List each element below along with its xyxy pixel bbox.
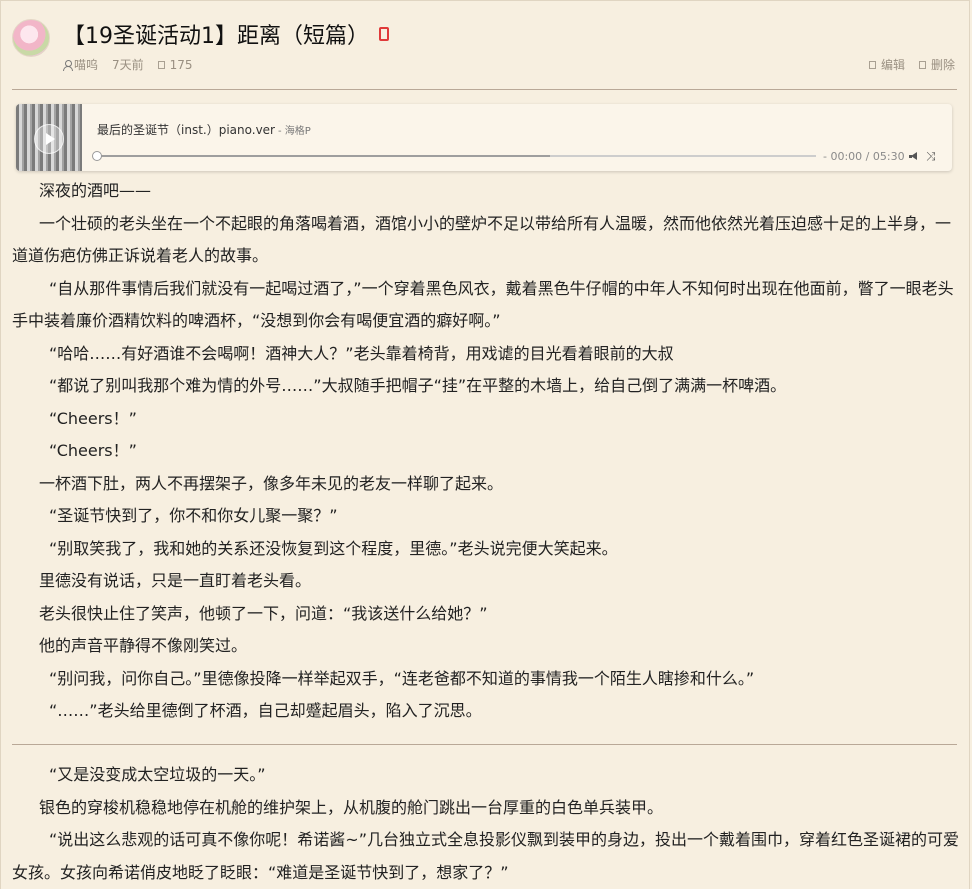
paragraph: 一个壮硕的老头坐在一个不起眼的角落喝着酒，酒馆小小的壁炉不足以带给所有人温暖，然… <box>12 213 952 266</box>
shuffle-icon[interactable]: ⤨ <box>926 150 936 162</box>
post-title: 【19圣诞活动1】距离（短篇） <box>63 24 369 49</box>
paragraph: “圣诞节快到了，你不和你女儿聚一聚？” <box>49 506 338 525</box>
paragraph: 一杯酒下肚，两人不再摆架子，像多年未见的老友一样聊了起来。 <box>39 473 504 493</box>
paragraph: “Cheers！” <box>49 441 137 460</box>
paragraph: “Cheers！” <box>49 408 137 428</box>
section-divider <box>12 744 957 745</box>
post-title-row: 【19圣诞活动1】距离（短篇） <box>63 17 389 51</box>
divider <box>12 89 957 90</box>
trash-icon <box>918 60 926 69</box>
music-player: 最后的圣诞节（inst.）piano.ver - 海格P - 00:00 / 05… <box>16 104 952 171</box>
user-icon <box>63 59 73 71</box>
avatar[interactable] <box>12 19 50 57</box>
paragraph: “别取笑我了，我和她的关系还没恢复到这个程度，里德。”老头说完便大笑起来。 <box>49 538 618 558</box>
story-section-1: 深夜的酒吧—— 一个壮硕的老头坐在一个不起眼的角落喝着酒，酒馆小小的壁炉不足以带… <box>12 175 960 728</box>
song-title: 最后的圣诞节（inst.）piano.ver <box>97 123 275 137</box>
eye-icon <box>157 60 165 69</box>
paragraph: “都说了别叫我那个难为情的外号……”大叔随手把帽子“挂”在平整的木墙上，给自己倒… <box>49 376 787 395</box>
view-count-value: 175 <box>169 57 193 72</box>
view-count: 175 <box>157 57 193 72</box>
edit-label: 编辑 <box>880 58 905 72</box>
progress-handle[interactable] <box>92 151 102 161</box>
volume-icon[interactable] <box>909 152 918 161</box>
song-artist: - 海格P <box>278 126 311 137</box>
delete-button[interactable]: 删除 <box>918 56 955 73</box>
progress-bar[interactable] <box>92 151 816 161</box>
paragraph: “说出这么悲观的话可真不像你呢！希诺酱~”几台独立式全息投影仪飘到装甲的身边，投… <box>12 830 959 882</box>
album-cover[interactable] <box>16 104 82 171</box>
paragraph: “又是没变成太空垃圾的一天。” <box>49 765 266 784</box>
paragraph: “哈哈……有好酒谁不会喝啊！酒神大人？”老头靠着椅背，用戏谑的目光看着眼前的大叔 <box>49 343 674 363</box>
post-actions: 编辑 删除 <box>855 56 955 73</box>
paragraph: “自从那件事情后我们就没有一起喝过酒了，”一个穿着黑色风衣，戴着黑色牛仔帽的中年… <box>12 278 954 331</box>
paragraph: 里德没有说话，只是一直盯着老头看。 <box>39 571 312 590</box>
song-info: 最后的圣诞节（inst.）piano.ver - 海格P <box>97 121 311 138</box>
edit-icon <box>868 60 876 69</box>
play-icon[interactable] <box>34 124 64 154</box>
post-time: 7天前 <box>112 58 144 72</box>
paragraph: “……”老头给里德倒了杯酒，自己却蹙起眉头，陷入了沉思。 <box>49 701 482 720</box>
lock-icon <box>379 27 389 41</box>
author-name: 喵呜 <box>74 58 99 72</box>
paragraph: 他的声音平静得不像刚笑过。 <box>39 636 248 655</box>
progress-loaded <box>96 155 550 157</box>
paragraph: “别问我，问你自己。”里德像投降一样举起双手，“连老爸都不知道的事情我一个陌生人… <box>49 668 755 688</box>
edit-button[interactable]: 编辑 <box>868 56 905 73</box>
story-section-2: “又是没变成太空垃圾的一天。” 银色的穿梭机稳稳地停在机舱的维护架上，从机腹的舱… <box>12 759 960 889</box>
paragraph: 银色的穿梭机稳稳地停在机舱的维护架上，从机腹的舱门跳出一台厚重的白色单兵装甲。 <box>39 797 664 817</box>
paragraph: 老头很快止住了笑声，他顿了一下，问道：“我该送什么给她？” <box>39 603 488 623</box>
author[interactable]: 喵呜 <box>63 56 98 73</box>
post-container: 【19圣诞活动1】距离（短篇） 喵呜 7天前 175 编辑 删除 最后的圣诞节（… <box>0 0 970 889</box>
play-time: - 00:00 / 05:30 <box>823 150 905 163</box>
delete-label: 删除 <box>930 58 955 72</box>
paragraph: 深夜的酒吧—— <box>39 181 152 200</box>
post-meta: 喵呜 7天前 175 <box>63 56 207 73</box>
